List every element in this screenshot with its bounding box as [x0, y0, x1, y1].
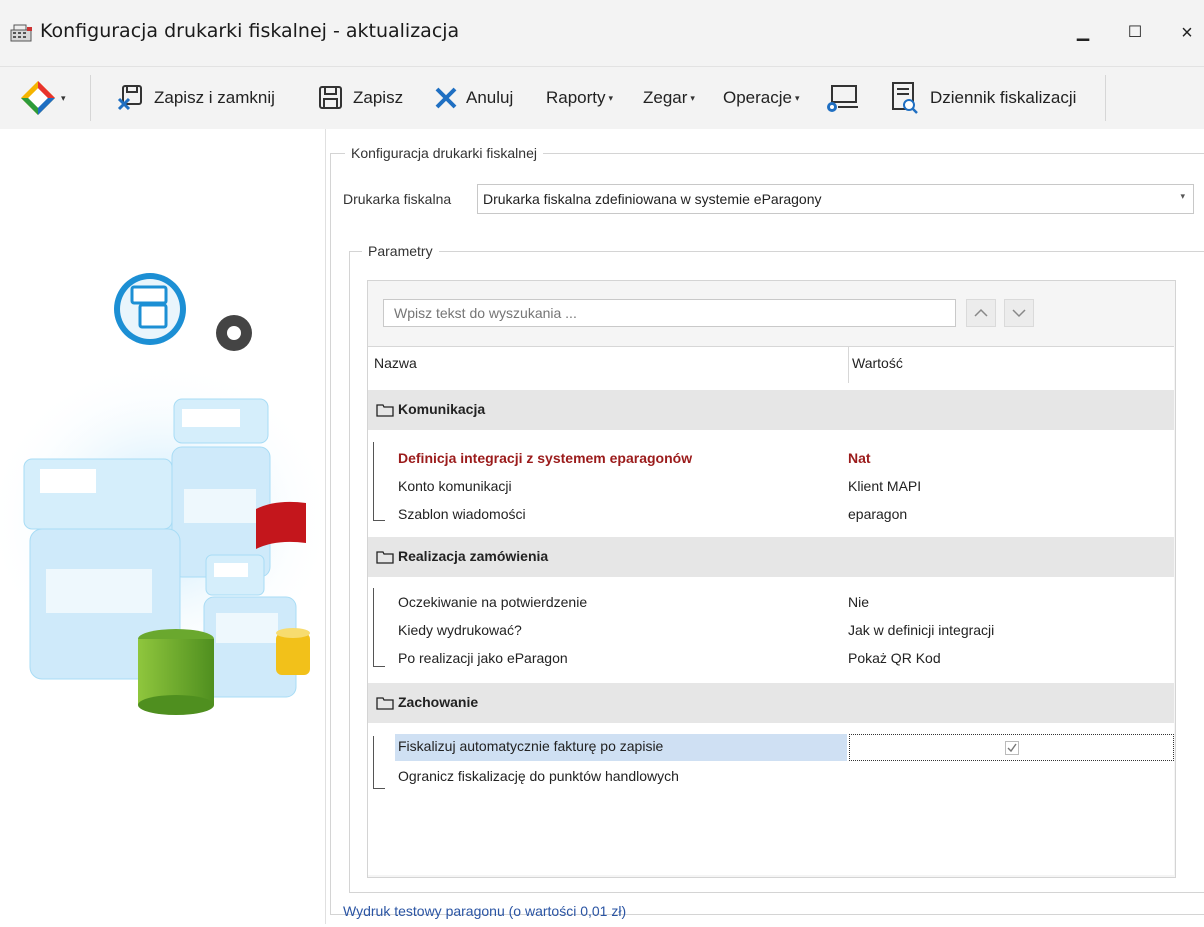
property-row[interactable]: Kiedy wydrukować? Jak w definicji integr… — [368, 617, 1174, 645]
column-separator[interactable] — [848, 347, 849, 383]
clock-label: Zegar — [643, 88, 688, 107]
category-row[interactable]: Zachowanie — [368, 683, 1174, 723]
title-bar: Konfiguracja drukarki fiskalnej - aktual… — [0, 0, 1204, 67]
category-label: Realizacja zamówienia — [398, 548, 549, 564]
grid-header: Nazwa Wartość — [368, 346, 1174, 384]
monitor-gear-icon — [827, 85, 858, 112]
panel-divider — [325, 129, 326, 924]
params-group-title: Parametry — [362, 243, 439, 259]
property-row[interactable]: Oczekiwanie na potwierdzenie Nie — [368, 589, 1174, 617]
toolbar: ▾ Zapisz i zamknij Zapisz Anuluj Raporty… — [0, 67, 1204, 129]
property-value[interactable]: Klient MAPI — [848, 478, 921, 494]
close-button[interactable]: × — [1172, 18, 1202, 48]
cancel-button[interactable]: Anuluj — [434, 67, 513, 129]
operations-label: Operacje — [723, 88, 792, 107]
property-value[interactable]: Nat — [848, 450, 871, 466]
property-name: Fiskalizuj automatycznie fakturę po zapi… — [398, 738, 664, 754]
folder-icon — [376, 697, 394, 710]
app-logo-icon — [21, 81, 55, 115]
save-close-button[interactable]: Zapisz i zamknij — [116, 67, 275, 129]
illustration-panel — [0, 129, 335, 924]
search-input[interactable] — [383, 299, 956, 327]
category-label: Zachowanie — [398, 694, 479, 710]
property-name: Definicja integracji z systemem eparagon… — [398, 450, 693, 466]
floppy-disk-icon — [319, 86, 342, 109]
folder-icon — [376, 551, 394, 564]
save-label: Zapisz — [353, 88, 404, 107]
property-row[interactable]: Szablon wiadomości eparagon — [368, 501, 1174, 529]
property-value[interactable]: Jak w definicji integracji — [848, 622, 994, 638]
save-close-label: Zapisz i zamknij — [154, 88, 275, 107]
checkbox-cell[interactable] — [849, 734, 1174, 761]
journal-label: Dziennik fiskalizacji — [930, 88, 1077, 107]
property-name: Kiedy wydrukować? — [398, 622, 522, 638]
maximize-button[interactable]: ☐ — [1120, 18, 1150, 48]
property-row[interactable]: Po realizacji jako eParagon Pokaż QR Kod — [368, 645, 1174, 673]
column-header-name[interactable]: Nazwa — [374, 355, 417, 371]
dropdown-arrow-icon: ▾ — [61, 92, 66, 103]
chevron-down-icon: ▾ — [1180, 191, 1185, 201]
category-row[interactable]: Realizacja zamówienia — [368, 537, 1174, 577]
cancel-label: Anuluj — [466, 88, 514, 107]
test-print-link[interactable]: Wydruk testowy paragonu (o wartości 0,01… — [343, 903, 626, 919]
property-name: Po realizacji jako eParagon — [398, 650, 568, 666]
dropdown-arrow-icon: ▾ — [794, 92, 800, 103]
checkmark-icon[interactable] — [1005, 741, 1019, 755]
property-name: Konto komunikacji — [398, 478, 512, 494]
property-name: Ogranicz fiskalizację do punktów handlow… — [398, 768, 679, 784]
column-header-value[interactable]: Wartość — [852, 355, 903, 371]
fiscal-printer-illustration — [0, 273, 335, 715]
save-close-icon — [117, 85, 142, 111]
chevron-down-icon — [1012, 309, 1026, 318]
property-value[interactable]: Pokaż QR Kod — [848, 650, 941, 666]
close-x-icon — [435, 87, 457, 109]
property-value[interactable]: Nie — [848, 594, 869, 610]
cash-register-icon — [10, 24, 34, 45]
printer-value: Drukarka fiskalna zdefiniowana w systemi… — [483, 191, 822, 207]
folder-icon — [376, 404, 394, 417]
printer-label: Drukarka fiskalna — [343, 191, 452, 207]
reports-menu[interactable]: Raporty ▾ — [546, 67, 613, 129]
property-value[interactable]: eparagon — [848, 506, 907, 522]
property-row[interactable]: Ogranicz fiskalizację do punktów handlow… — [368, 763, 1174, 791]
property-row[interactable]: Definicja integracji z systemem eparagon… — [368, 445, 1174, 473]
minimize-button[interactable]: ▁ — [1068, 18, 1098, 48]
app-menu-button[interactable]: ▾ — [18, 67, 66, 129]
printer-combobox[interactable]: Drukarka fiskalna zdefiniowana w systemi… — [477, 184, 1194, 214]
window-title: Konfiguracja drukarki fiskalnej - aktual… — [40, 20, 460, 42]
operations-menu[interactable]: Operacje ▾ — [723, 67, 800, 129]
device-settings-button[interactable] — [824, 67, 860, 129]
save-button[interactable]: Zapisz — [318, 67, 403, 129]
journal-search-icon — [892, 82, 918, 114]
reports-label: Raporty — [546, 88, 606, 107]
category-row[interactable]: Komunikacja — [368, 390, 1174, 430]
search-prev-button[interactable] — [966, 299, 996, 327]
config-group-title: Konfiguracja drukarki fiskalnej — [345, 145, 543, 161]
toolbar-separator — [90, 75, 91, 121]
dropdown-arrow-icon: ▾ — [608, 92, 614, 103]
property-row[interactable]: Konto komunikacji Klient MAPI — [368, 473, 1174, 501]
fiscal-journal-button[interactable]: Dziennik fiskalizacji — [890, 67, 1076, 129]
dropdown-arrow-icon: ▾ — [690, 92, 695, 103]
property-name: Szablon wiadomości — [398, 506, 526, 522]
category-label: Komunikacja — [398, 401, 486, 417]
search-next-button[interactable] — [1004, 299, 1034, 327]
toolbar-separator — [1105, 75, 1106, 121]
chevron-up-icon — [974, 308, 988, 317]
clock-menu[interactable]: Zegar ▾ — [643, 67, 695, 129]
property-name: Oczekiwanie na potwierdzenie — [398, 594, 588, 610]
